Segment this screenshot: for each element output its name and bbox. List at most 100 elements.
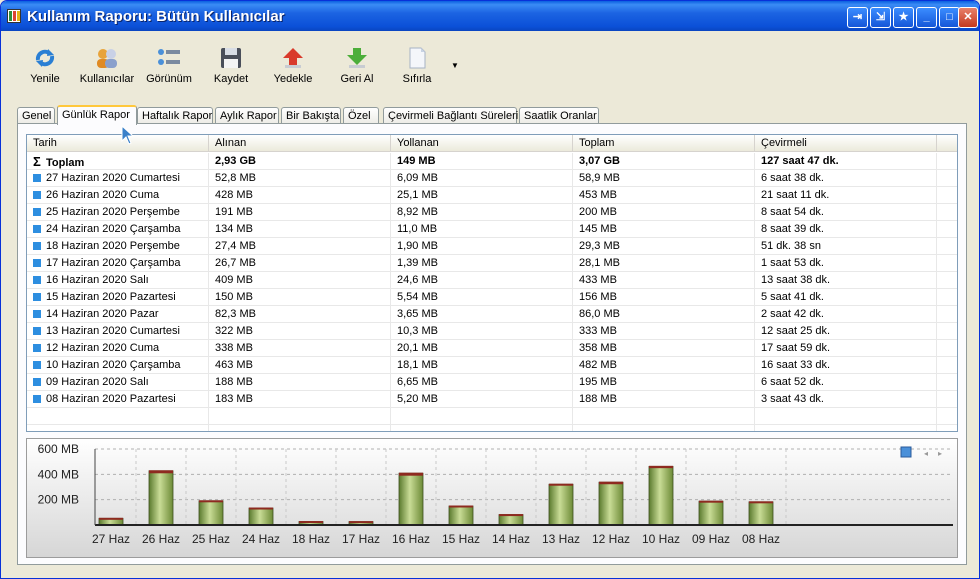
cell-text: 358 MB: [579, 342, 617, 354]
cell-text: 11,0 MB: [397, 223, 438, 235]
minimize-button[interactable]: _: [916, 7, 937, 28]
refresh-button[interactable]: Yenile: [21, 37, 69, 91]
cell-text: 482 MB: [579, 359, 617, 371]
cell-text: 8 saat 54 dk.: [761, 206, 824, 218]
tab-at-a-glance[interactable]: Bir Bakışta: [281, 107, 341, 124]
sent-bar: [499, 514, 523, 517]
table-cell: 6 saat 52 dk.: [755, 374, 937, 391]
day-square-icon: [33, 259, 41, 267]
received-bar: [748, 501, 774, 526]
cell-text: 52,8 MB: [215, 172, 256, 184]
save-label: Kaydet: [213, 73, 249, 85]
column-header-date[interactable]: Tarih: [27, 135, 209, 152]
tab-weekly-report[interactable]: Haftalık Rapor: [137, 107, 213, 124]
cell-text: 13 saat 38 dk.: [761, 274, 831, 286]
x-tick-label: 13 Haz: [542, 532, 580, 546]
cell-text: 6 saat 38 dk.: [761, 172, 824, 184]
cell-text: 6,65 MB: [397, 376, 438, 388]
cell-text: 18,1 MB: [397, 359, 438, 371]
save-button[interactable]: Kaydet: [207, 37, 255, 91]
tab-dialup-times[interactable]: Çevirmeli Bağlantı Süreleri: [383, 107, 518, 124]
table-cell: 21 saat 11 dk.: [755, 187, 937, 204]
reset-button[interactable]: Sıfırla: [397, 37, 437, 91]
day-square-icon: [33, 276, 41, 284]
table-row[interactable]: 15 Haziran 2020 Pazartesi 150 MB 5,54 MB 15…: [27, 289, 957, 306]
star-icon[interactable]: ★: [893, 7, 914, 28]
table-row[interactable]: 08 Haziran 2020 Pazartesi 183 MB 5,20 MB 18…: [27, 391, 957, 408]
x-tick-label: 12 Haz: [592, 532, 630, 546]
table-row[interactable]: 26 Haziran 2020 Cuma 428 MB 25,1 MB 453 MB 2…: [27, 187, 957, 204]
x-tick-label: 10 Haz: [642, 532, 680, 546]
x-tick-label: 27 Haz: [92, 532, 130, 546]
table-cell: 09 Haziran 2020 Salı: [27, 374, 209, 391]
day-square-icon: [33, 174, 41, 182]
users-button[interactable]: Kullanıcılar: [77, 37, 137, 91]
cell-text: 145 MB: [579, 223, 617, 235]
table-cell: 26 Haziran 2020 Cuma: [27, 187, 209, 204]
toolbar-overflow-icon[interactable]: ▼: [451, 61, 459, 70]
cell-text: 27,4 MB: [215, 240, 256, 252]
cell-text: 08 Haziran 2020 Pazartesi: [46, 393, 176, 405]
day-square-icon: [33, 191, 41, 199]
sent-bar: [299, 521, 323, 524]
table-row[interactable]: 17 Haziran 2020 Çarşamba 26,7 MB 1,39 MB 28…: [27, 255, 957, 272]
table-cell: 58,9 MB: [573, 170, 755, 187]
tab-general[interactable]: Genel: [17, 107, 55, 124]
maximize-button[interactable]: □: [939, 7, 960, 28]
day-square-icon: [33, 395, 41, 403]
table-row[interactable]: 16 Haziran 2020 Salı 409 MB 24,6 MB 433 MB 1…: [27, 272, 957, 289]
table-cell: 2,93 GB: [209, 153, 391, 170]
backup-button[interactable]: Yedekle: [267, 37, 319, 91]
table-cell: 200 MB: [573, 204, 755, 221]
x-tick-label: 25 Haz: [192, 532, 230, 546]
table-row[interactable]: 10 Haziran 2020 Çarşamba 463 MB 18,1 MB 482…: [27, 357, 957, 374]
restore-button[interactable]: Geri Al: [333, 37, 381, 91]
table-cell: 5 saat 41 dk.: [755, 289, 937, 306]
table-row[interactable]: 27 Haziran 2020 Cumartesi 52,8 MB 6,09 MB 5…: [27, 170, 957, 187]
sent-bar: [749, 501, 773, 504]
received-bar: [548, 483, 574, 526]
pin-icon[interactable]: ⇥: [847, 7, 868, 28]
tab-monthly-report[interactable]: Aylık Rapor: [215, 107, 279, 124]
usage-table[interactable]: Tarih Alınan Yollanan Toplam Çevirmeli Σ…: [26, 134, 958, 432]
table-cell: 463 MB: [209, 357, 391, 374]
sent-bar: [699, 500, 723, 503]
tab-hourly-rates[interactable]: Saatlik Oranlar: [519, 107, 599, 124]
table-row[interactable]: 18 Haziran 2020 Perşembe 27,4 MB 1,90 MB 29…: [27, 238, 957, 255]
tab-custom[interactable]: Özel: [343, 107, 379, 124]
download-arrow-icon: [345, 47, 369, 69]
table-cell: 134 MB: [209, 221, 391, 238]
table-cell: 358 MB: [573, 340, 755, 357]
table-cell: 25 Haziran 2020 Perşembe: [27, 204, 209, 221]
column-header-sent[interactable]: Yollanan: [391, 135, 573, 152]
table-row[interactable]: 25 Haziran 2020 Perşembe 191 MB 8,92 MB 200…: [27, 204, 957, 221]
column-header-dialup[interactable]: Çevirmeli: [755, 135, 937, 152]
refresh-label: Yenile: [30, 73, 60, 85]
received-bar: [698, 500, 724, 526]
x-tick-label: 16 Haz: [392, 532, 430, 546]
sent-bar: [649, 465, 673, 469]
table-cell: [209, 408, 391, 425]
table-cell: 2 saat 42 dk.: [755, 306, 937, 323]
table-row[interactable]: 09 Haziran 2020 Salı 188 MB 6,65 MB 195 MB 6…: [27, 374, 957, 391]
table-cell: 17 Haziran 2020 Çarşamba: [27, 255, 209, 272]
table-cell: 27 Haziran 2020 Cumartesi: [27, 170, 209, 187]
cell-text: 188 MB: [579, 393, 617, 405]
column-header-received[interactable]: Alınan: [209, 135, 391, 152]
table-row[interactable]: 13 Haziran 2020 Cumartesi 322 MB 10,3 MB 33…: [27, 323, 957, 340]
tab-daily-report[interactable]: Günlük Rapor: [57, 105, 137, 125]
table-total-row[interactable]: Σ Toplam 2,93 GB 149 MB 3,07 GB 127 saat 47 d…: [27, 153, 957, 170]
table-row[interactable]: 14 Haziran 2020 Pazar 82,3 MB 3,65 MB 86,0 …: [27, 306, 957, 323]
cell-text: 1 saat 53 dk.: [761, 257, 824, 269]
day-square-icon: [33, 327, 41, 335]
tray-icon[interactable]: ⇲: [870, 7, 891, 28]
y-tick-label: 200 MB: [38, 493, 79, 507]
cell-text: 333 MB: [579, 325, 617, 337]
table-row[interactable]: 12 Haziran 2020 Cuma 338 MB 20,1 MB 358 MB 1…: [27, 340, 957, 357]
title-bar[interactable]: Kullanım Raporu: Bütün Kullanıcılar ⇥ ⇲ …: [1, 1, 979, 31]
view-button[interactable]: Görünüm: [143, 37, 195, 91]
table-row[interactable]: 24 Haziran 2020 Çarşamba 134 MB 11,0 MB 145…: [27, 221, 957, 238]
column-header-total[interactable]: Toplam: [573, 135, 755, 152]
close-button[interactable]: ✕: [958, 7, 978, 28]
cell-text: 428 MB: [215, 189, 253, 201]
